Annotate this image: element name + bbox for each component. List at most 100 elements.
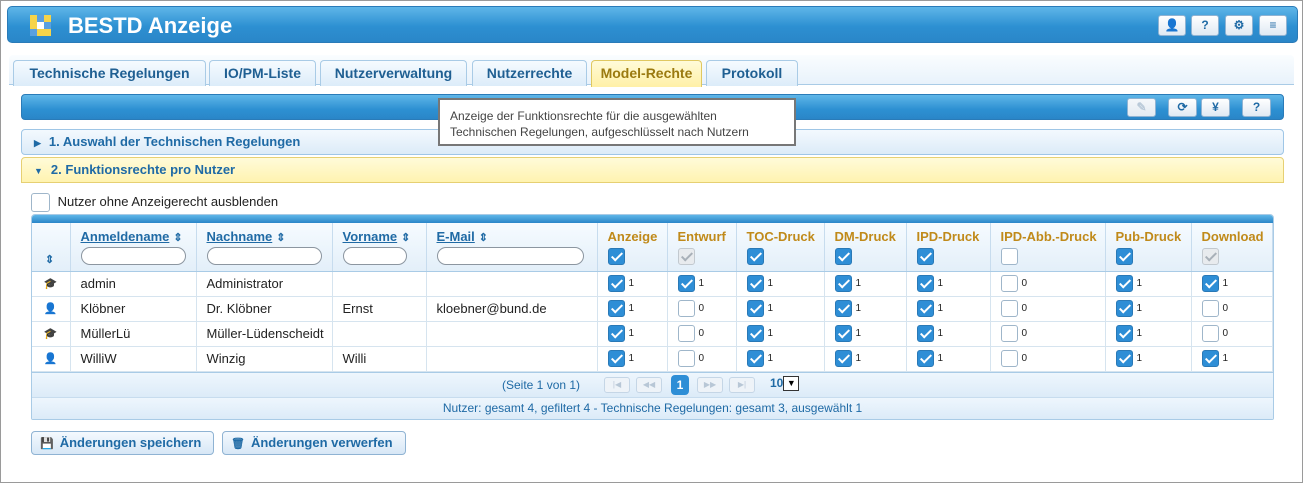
anzeige-checkbox[interactable] [607,350,625,368]
table-row[interactable]: 🎓 admin Administrator 1 1 1 1 1 0 1 1 [32,271,1273,297]
edit-icon[interactable]: ✎ [1127,98,1156,117]
hide-users-filter[interactable]: Nutzer ohne Anzeigerecht ausblenden [31,193,278,213]
toc-checkbox[interactable] [746,325,764,343]
current-page[interactable]: 1 [671,374,689,395]
col-email[interactable]: E-Mail ⇕ [426,223,598,272]
prev-page-icon[interactable]: ◀◀ [636,376,662,393]
ipd-checkbox[interactable] [916,300,934,318]
refresh-icon[interactable]: ⟳ [1168,98,1197,117]
entwurf-checkbox[interactable] [677,275,695,293]
sort-icon[interactable]: ⇕ [479,232,488,244]
ipd-checkbox[interactable] [916,350,934,368]
table-row[interactable]: 🎓 MüllerLü Müller-Lüdenscheidt 1 0 1 1 1 0 1 0 [32,321,1273,347]
tab-model-rechte[interactable]: Model-Rechte [591,60,702,87]
section-rights-header[interactable]: ▼ 2. Funktionsrechte pro Nutzer [21,157,1284,183]
currency-icon[interactable]: ¥ [1201,98,1230,117]
dm-header-checkbox[interactable] [834,248,852,265]
col-toc-label: TOC-Druck [746,229,815,244]
toc-checkbox[interactable] [746,350,764,368]
cell-ipd: 1 [906,321,991,347]
ipd-header-checkbox[interactable] [916,248,934,265]
discard-changes-button[interactable]: 🗑 Änderungen verwerfen [222,431,406,455]
menu-icon[interactable]: ≡ [1259,15,1287,36]
ipd-checkbox[interactable] [916,325,934,343]
firstname-filter-input[interactable] [342,247,408,265]
save-changes-button[interactable]: 💾 Änderungen speichern [31,431,215,455]
dm-checkbox[interactable] [834,300,852,318]
cell-lastname: Dr. Klöbner [196,296,333,322]
sort-icon[interactable]: ⇕ [276,232,285,244]
entwurf-checkbox[interactable] [677,300,695,318]
login-filter-input[interactable] [80,247,187,265]
col-anzeige: Anzeige [597,223,668,272]
download-header-checkbox[interactable] [1201,248,1219,265]
anzeige-checkbox[interactable] [607,300,625,318]
col-firstname[interactable]: Vorname ⇕ [332,223,427,272]
sort-icon[interactable]: ⇕ [45,254,54,266]
anzeige-checkbox[interactable] [607,275,625,293]
ipd-checkbox[interactable] [916,275,934,293]
tab-nutzerverwaltung[interactable]: Nutzerverwaltung [320,60,467,86]
next-page-icon[interactable]: ▶▶ [697,376,723,393]
cell-email: kloebner@bund.de [426,296,598,322]
tab-technische-regelungen[interactable]: Technische Regelungen [13,60,206,86]
pub-header-checkbox[interactable] [1115,248,1133,265]
help-icon[interactable]: ? [1242,98,1271,117]
col-lastname-label[interactable]: Nachname [207,229,273,244]
sort-icon[interactable]: ⇕ [173,232,182,244]
ipdabb-checkbox[interactable] [1000,300,1018,318]
toc-checkbox[interactable] [746,300,764,318]
lastname-filter-input[interactable] [206,247,322,265]
entwurf-checkbox[interactable] [677,325,695,343]
col-login[interactable]: Anmeldename ⇕ [70,223,197,272]
dm-checkbox[interactable] [834,275,852,293]
gear-icon[interactable]: ⚙ [1225,15,1253,36]
anzeige-checkbox[interactable] [607,325,625,343]
col-email-label[interactable]: E-Mail [437,229,475,244]
pub-checkbox[interactable] [1115,275,1133,293]
hide-users-checkbox[interactable] [31,193,50,213]
dm-checkbox[interactable] [834,350,852,368]
download-checkbox[interactable] [1201,325,1219,343]
ipdabb-checkbox[interactable] [1000,325,1018,343]
pub-checkbox[interactable] [1115,300,1133,318]
entwurf-checkbox[interactable] [677,350,695,368]
page-info: (Seite 1 von 1) [502,377,581,392]
col-dm: DM-Druck [824,223,907,272]
toc-checkbox[interactable] [746,275,764,293]
download-checkbox[interactable] [1201,350,1219,368]
page-size-select[interactable]: 10 ▼ [770,375,800,391]
col-firstname-label[interactable]: Vorname [343,229,398,244]
table-row[interactable]: 👤 WilliW Winzig Willi 1 0 1 1 1 0 1 1 [32,346,1273,372]
col-ipd: IPD-Druck [906,223,991,272]
col-lastname[interactable]: Nachname ⇕ [196,223,333,272]
col-login-label[interactable]: Anmeldename [81,229,170,244]
download-checkbox[interactable] [1201,300,1219,318]
ipdabb-checkbox[interactable] [1000,275,1018,293]
sort-icon[interactable]: ⇕ [401,232,410,244]
pub-checkbox[interactable] [1115,350,1133,368]
toc-header-checkbox[interactable] [746,248,764,265]
tab-protokoll[interactable]: Protokoll [706,60,798,86]
dm-checkbox[interactable] [834,325,852,343]
cell-pub: 1 [1105,321,1192,347]
ipdabb-checkbox[interactable] [1000,350,1018,368]
cell-firstname [332,271,427,297]
download-value: 1 [1222,278,1229,290]
help-icon[interactable]: ? [1191,15,1219,36]
col-select[interactable]: ⇕ [32,223,71,272]
tab-nutzerrechte[interactable]: Nutzerrechte [472,60,587,86]
user-icon[interactable]: 👤 [1158,15,1186,36]
ipdabb-header-checkbox[interactable] [1000,248,1018,265]
table-row[interactable]: 👤 Klöbner Dr. Klöbner Ernst kloebner@bund.de… [32,296,1273,322]
download-checkbox[interactable] [1201,275,1219,293]
last-page-icon[interactable]: ▶| [729,376,755,393]
anzeige-header-checkbox[interactable] [607,248,625,265]
chevron-down-icon[interactable]: ▼ [783,375,800,391]
pub-checkbox[interactable] [1115,325,1133,343]
tab-io-pm-liste[interactable]: IO/PM-Liste [209,60,316,86]
cell-ipdabb: 0 [990,271,1106,297]
email-filter-input[interactable] [436,247,584,265]
first-page-icon[interactable]: |◀ [604,376,630,393]
entwurf-header-checkbox[interactable] [677,248,695,265]
